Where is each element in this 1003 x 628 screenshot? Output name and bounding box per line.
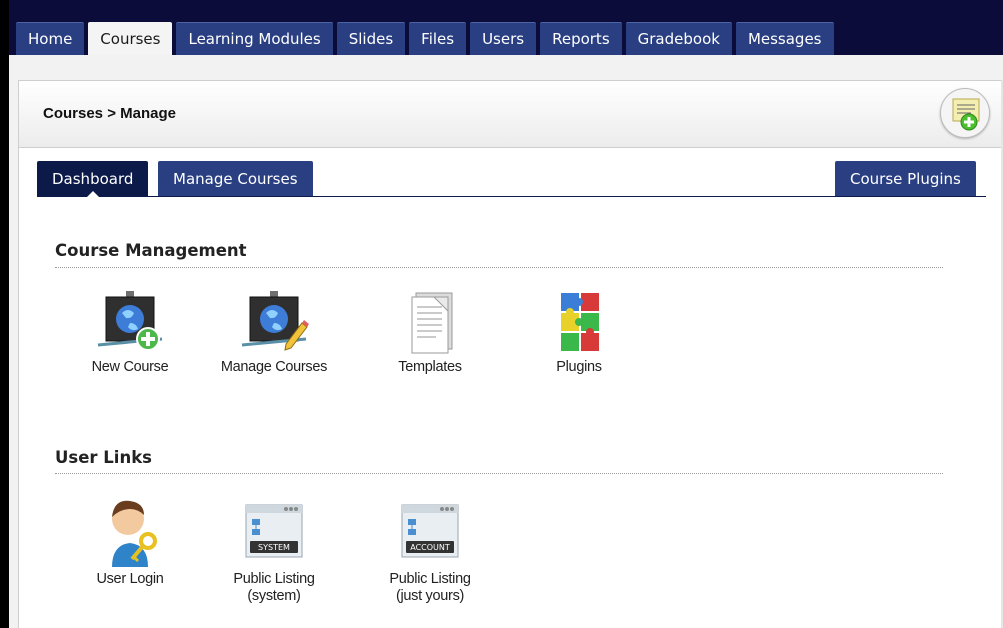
plugins-link[interactable]: Plugins bbox=[519, 289, 639, 376]
user-login-link[interactable]: User Login bbox=[70, 497, 190, 588]
section-divider bbox=[55, 473, 943, 474]
content-panel: Courses > Manage Dashboard Manage Course… bbox=[18, 80, 1003, 628]
account-badge-text: ACCOUNT bbox=[410, 543, 450, 552]
system-badge-text: SYSTEM bbox=[258, 543, 290, 552]
breadcrumb-courses-link[interactable]: Courses bbox=[43, 105, 103, 122]
manage-courses-icon bbox=[241, 291, 309, 351]
public-listing-account-sub: (just yours) bbox=[395, 588, 465, 604]
user-login-label: User Login bbox=[96, 571, 164, 587]
public-listing-account-link[interactable]: ACCOUNT Public Listing (just yours) bbox=[370, 497, 490, 605]
public-listing-account-label: Public Listing bbox=[389, 571, 471, 587]
breadcrumb-separator: > bbox=[107, 105, 116, 122]
tab-home[interactable]: Home bbox=[16, 22, 85, 55]
tab-messages[interactable]: Messages bbox=[735, 22, 834, 55]
templates-label: Templates bbox=[398, 359, 462, 375]
add-document-icon[interactable] bbox=[940, 88, 990, 138]
public-listing-system-link[interactable]: SYSTEM Public Listing (system) bbox=[214, 497, 334, 605]
public-listing-system-label: Public Listing bbox=[233, 571, 315, 587]
public-listing-account-icon: ACCOUNT bbox=[401, 504, 459, 558]
subtab-dashboard-label: Dashboard bbox=[52, 169, 134, 188]
manage-courses-link[interactable]: Manage Courses bbox=[214, 289, 334, 376]
plugins-icon bbox=[561, 293, 599, 351]
user-links-heading: User Links bbox=[55, 448, 153, 467]
user-login-icon bbox=[112, 500, 157, 567]
breadcrumb: Courses > Manage bbox=[43, 105, 176, 122]
course-management-heading: Course Management bbox=[55, 241, 247, 260]
new-course-icon bbox=[97, 291, 163, 351]
subtab-dashboard[interactable]: Dashboard bbox=[37, 161, 149, 197]
tab-slides[interactable]: Slides bbox=[336, 22, 406, 55]
active-tab-pointer bbox=[86, 191, 99, 197]
public-listing-system-icon: SYSTEM bbox=[245, 504, 303, 558]
section-divider bbox=[55, 267, 943, 268]
subtab-manage-courses[interactable]: Manage Courses bbox=[158, 161, 313, 196]
new-course-link[interactable]: New Course bbox=[70, 289, 190, 376]
manage-courses-label: Manage Courses bbox=[220, 359, 328, 375]
sub-tabs: Dashboard Manage Courses Course Plugins bbox=[37, 161, 986, 197]
window-left-edge bbox=[0, 0, 9, 628]
tab-learning-modules[interactable]: Learning Modules bbox=[176, 22, 333, 55]
tab-files[interactable]: Files bbox=[409, 22, 467, 55]
templates-link[interactable]: Templates bbox=[370, 289, 490, 376]
templates-icon bbox=[411, 292, 453, 354]
main-tabs: Home Courses Learning Modules Slides Fil… bbox=[16, 22, 834, 55]
plugins-label: Plugins bbox=[556, 359, 602, 375]
public-listing-system-sub: (system) bbox=[247, 588, 301, 604]
tab-reports[interactable]: Reports bbox=[540, 22, 622, 55]
tab-gradebook[interactable]: Gradebook bbox=[625, 22, 732, 55]
subtab-course-plugins[interactable]: Course Plugins bbox=[835, 161, 976, 196]
new-course-label: New Course bbox=[91, 359, 169, 375]
breadcrumb-current: Manage bbox=[120, 105, 176, 122]
tab-users[interactable]: Users bbox=[470, 22, 537, 55]
tab-courses[interactable]: Courses bbox=[88, 22, 173, 55]
panel-header: Courses > Manage bbox=[19, 81, 1003, 148]
